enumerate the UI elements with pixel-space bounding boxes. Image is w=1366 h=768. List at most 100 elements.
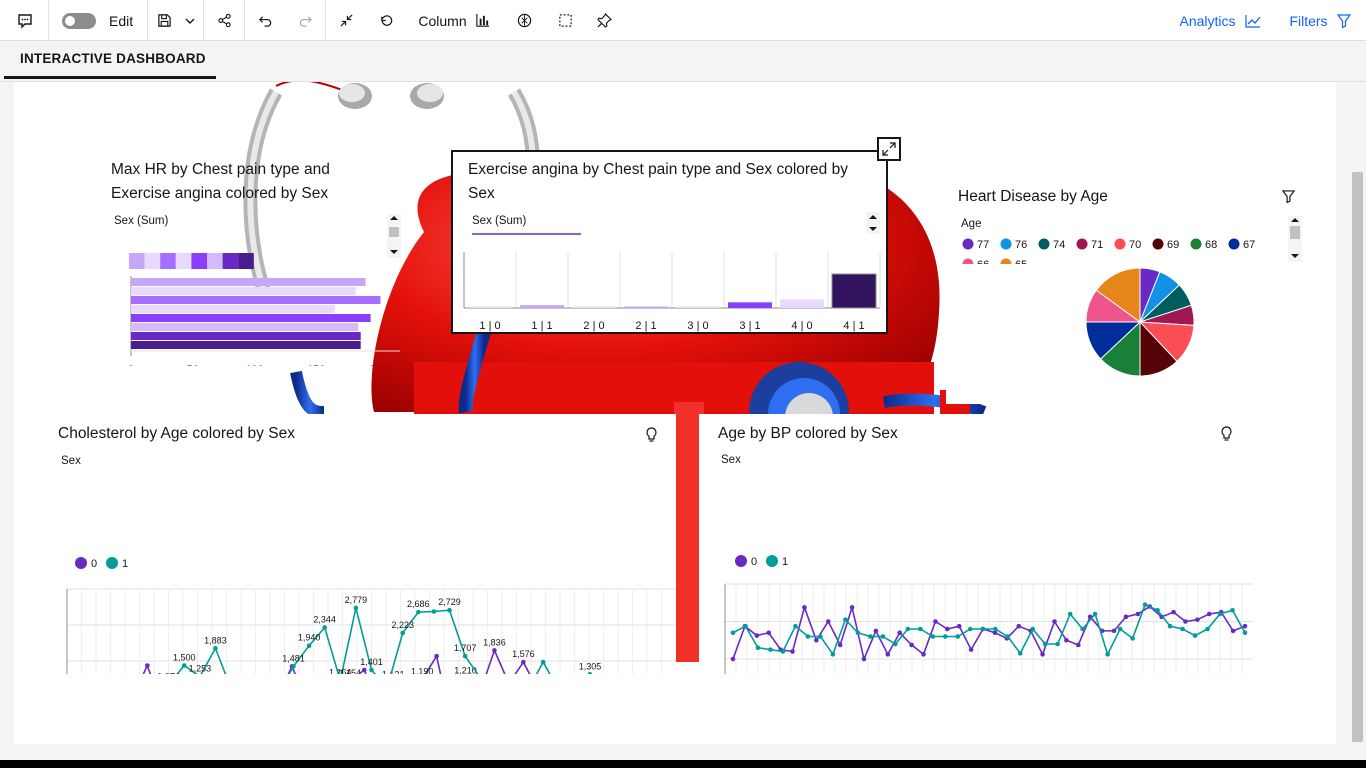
chol-point (369, 667, 374, 673)
chol-point (431, 609, 437, 614)
bp-point (1040, 652, 1045, 657)
bp-point (1180, 626, 1185, 632)
maxhr-legend-swatch (191, 253, 207, 269)
toggle-switch[interactable] (62, 12, 96, 29)
bp-point (992, 626, 998, 632)
bp-legend-label: 1 (782, 556, 788, 568)
chol-point (145, 663, 150, 668)
chevron-down-icon[interactable] (180, 0, 200, 41)
reset-icon[interactable] (374, 0, 398, 41)
chol-point (322, 625, 327, 630)
dashboard-board: Max HR by Chest pain type and Exercise a… (14, 82, 1336, 744)
redo-icon[interactable] (293, 0, 317, 41)
bp-point (956, 623, 962, 629)
dashboard-canvas: Max HR by Chest pain type and Exercise a… (0, 82, 1366, 768)
bp-point (818, 634, 823, 639)
bp-point (897, 630, 902, 636)
chol-point (521, 659, 526, 665)
chol-point (492, 648, 497, 653)
page-scrollbar-thumb[interactable] (1352, 172, 1363, 742)
heart-panel[interactable]: Heart Disease by Age Age 77 76 74 71 70 69 68 6… (946, 174, 1306, 404)
angina-legend-scrollbar[interactable] (866, 212, 880, 234)
chol-data-label: 1,074 (157, 672, 180, 674)
bp-point (861, 656, 867, 662)
bp-point (945, 626, 950, 632)
bp-panel[interactable]: Age by BP colored by Sex Sex 01 94101104… (699, 414, 1259, 674)
maxhr-legend-swatch (160, 253, 176, 269)
pin-icon[interactable] (592, 0, 616, 41)
bp-point (885, 652, 891, 657)
share-icon[interactable] (212, 0, 236, 41)
chol-point (447, 607, 452, 613)
bp-point (1217, 611, 1223, 617)
undo-icon[interactable] (253, 0, 277, 41)
expand-icon[interactable] (877, 137, 901, 161)
angina-bar (728, 302, 772, 308)
bp-point (743, 623, 748, 629)
bp-point (790, 649, 795, 654)
bp-point (837, 642, 843, 648)
column-chart-button[interactable]: Column (412, 0, 496, 41)
bp-point (1167, 623, 1173, 629)
bp-point (843, 617, 848, 622)
bp-point (893, 641, 898, 647)
maxhr-x-tick: 100 (245, 364, 263, 366)
bp-point (830, 652, 836, 657)
analytics-label: Analytics (1179, 12, 1236, 29)
maxhr-chart: 0 50 100 150 200 (128, 253, 400, 366)
maxhr-bar (131, 314, 371, 322)
bp-point (1117, 626, 1123, 632)
comment-icon[interactable] (12, 0, 38, 41)
bp-point (768, 647, 773, 652)
chol-legend-dot (75, 557, 87, 569)
angina-bar (572, 306, 616, 308)
bp-point (1123, 614, 1129, 620)
trend-icon (1244, 14, 1261, 28)
chol-data-label: 1,164 (329, 668, 352, 674)
bp-point (755, 645, 761, 651)
tab-interactive-dashboard[interactable]: INTERACTIVE DASHBOARD (4, 41, 216, 79)
chol-chart: 01 2042005893839796037171,1545771,121657… (66, 557, 676, 674)
angina-x-tick: 4 | 0 (791, 320, 812, 332)
bp-point (909, 642, 914, 648)
bp-point (814, 637, 819, 643)
bp-point (825, 619, 831, 624)
bp-point (955, 634, 961, 639)
collapse-icon[interactable] (334, 0, 358, 41)
angina-x-tick: 3 | 1 (739, 320, 760, 332)
angina-x-tick: 2 | 1 (635, 320, 656, 332)
filter-icon (1336, 13, 1351, 28)
chol-legend-label: 0 (91, 558, 97, 570)
bp-legend-label: 0 (751, 556, 757, 568)
heart-pie-slices (1085, 267, 1195, 377)
maxhr-panel[interactable]: Max HR by Chest pain type and Exercise a… (100, 146, 410, 366)
angina-bar (676, 306, 720, 308)
palette-icon[interactable] (512, 0, 536, 41)
bp-point (930, 634, 936, 639)
bp-legend-dot (735, 555, 747, 567)
chol-data-label: 1,940 (298, 633, 321, 643)
bp-point (1192, 633, 1198, 638)
chol-data-label: 1,401 (360, 657, 383, 667)
maxhr-legend-scrollbar[interactable] (387, 214, 401, 258)
chol-point (353, 605, 359, 611)
bp-point (1171, 609, 1176, 615)
bp-point (967, 626, 973, 632)
analytics-button[interactable]: Analytics (1172, 0, 1268, 41)
chol-legend: 01 (75, 557, 128, 570)
angina-panel[interactable]: Exercise angina by Chest pain type and S… (451, 150, 888, 334)
chol-data-label: 1,305 (579, 661, 602, 671)
toolbar-divider (147, 0, 148, 41)
chol-legend-dot (106, 557, 118, 569)
angina-bar (780, 299, 824, 308)
save-icon[interactable] (152, 0, 176, 41)
select-region-icon[interactable] (553, 0, 577, 41)
edit-toggle[interactable]: Edit (62, 0, 148, 41)
maxhr-x-tick: 0 (128, 364, 134, 366)
chol-panel[interactable]: Cholesterol by Age colored by Sex Sex 01… (28, 414, 676, 674)
maxhr-bar (131, 296, 381, 304)
bp-point (933, 619, 938, 624)
angina-bar (624, 306, 668, 308)
edit-label: Edit (109, 12, 134, 29)
filters-button[interactable]: Filters (1282, 0, 1358, 41)
